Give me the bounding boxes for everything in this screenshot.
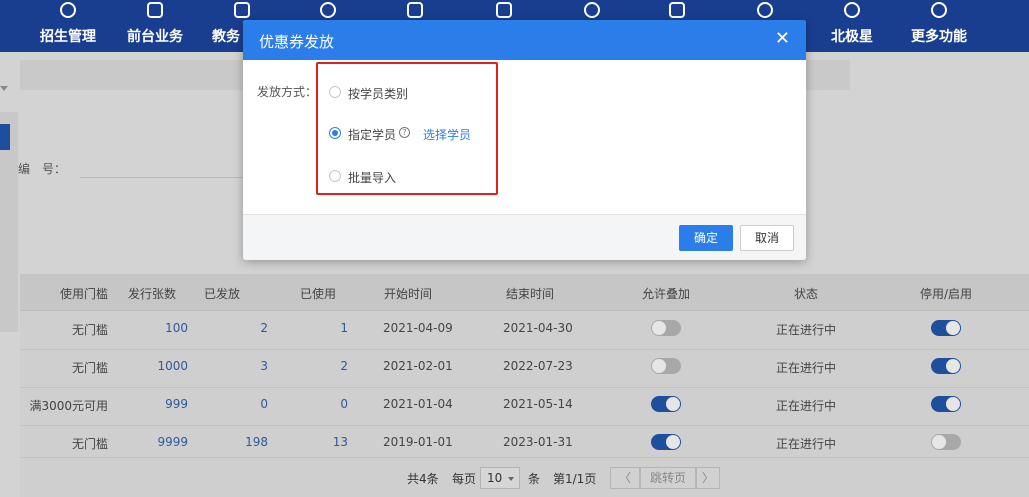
cell-used[interactable]: 13 — [333, 435, 348, 449]
col-issued[interactable]: 发行张数 — [128, 285, 176, 302]
more-icon — [931, 2, 947, 18]
cell-end-time: 2023-01-31 — [503, 435, 573, 449]
cell-status: 正在进行中 — [776, 361, 837, 375]
per-page-select[interactable]: 10 — [480, 467, 520, 489]
cell-start-time: 2021-01-04 — [383, 397, 453, 411]
col-status: 状态 — [794, 287, 819, 301]
cell-start-time: 2021-02-01 — [383, 359, 453, 373]
close-icon[interactable]: ✕ — [775, 28, 790, 49]
highlight-box — [316, 62, 498, 195]
chevron-down-icon[interactable] — [0, 86, 8, 91]
cell-status: 正在进行中 — [776, 323, 837, 337]
cell-start-time: 2021-04-09 — [383, 321, 453, 335]
col-toggle: 停用/启用 — [920, 287, 973, 301]
home-icon — [496, 2, 512, 18]
cell-end-time: 2021-04-30 — [503, 321, 573, 335]
cell-threshold: 无门槛 — [71, 323, 108, 337]
target-icon — [757, 2, 773, 18]
cell-issued[interactable]: 1000 — [157, 359, 188, 373]
cell-threshold: 无门槛 — [71, 361, 108, 375]
star-icon — [844, 2, 860, 18]
confirm-button[interactable]: 确定 — [679, 225, 733, 251]
cell-used[interactable]: 1 — [340, 321, 348, 335]
nav-item-front-desk[interactable]: 前台业务 — [125, 0, 185, 52]
table-row: 无门槛 1000 3 2 2021-02-01 2022-07-23 正在进行中 — [20, 349, 1029, 388]
enable-toggle[interactable] — [931, 358, 961, 374]
user-plus-icon — [60, 2, 76, 18]
cell-distributed[interactable]: 2 — [260, 321, 268, 335]
pagination-unit: 条 — [528, 472, 541, 486]
cell-distributed[interactable]: 3 — [260, 359, 268, 373]
cell-used[interactable]: 0 — [340, 397, 348, 411]
stack-toggle[interactable] — [651, 320, 681, 336]
table-row: 无门槛 100 2 1 2021-04-09 2021-04-30 正在进行中 — [20, 311, 1029, 350]
cell-end-time: 2021-05-14 — [503, 397, 573, 411]
cancel-button[interactable]: 取消 — [740, 225, 794, 251]
col-threshold[interactable]: 使用门槛 — [60, 285, 108, 302]
enable-toggle[interactable] — [931, 434, 961, 450]
cell-issued[interactable]: 100 — [165, 321, 188, 335]
code-filter-label: 编 号： — [18, 162, 67, 176]
pagination-page-info: 第1/1页 — [553, 472, 597, 486]
cell-start-time: 2019-01-01 — [383, 435, 453, 449]
cell-issued[interactable]: 9999 — [157, 435, 188, 449]
nav-item-enrollment[interactable]: 招生管理 — [38, 0, 98, 52]
nav-label: 招生管理 — [40, 29, 96, 45]
distribute-method-label: 发放方式： — [257, 85, 318, 99]
dialog-footer: 确定 取消 — [243, 214, 806, 260]
desk-icon — [147, 2, 163, 18]
cell-end-time: 2022-07-23 — [503, 359, 573, 373]
cell-distributed[interactable]: 198 — [245, 435, 268, 449]
cell-status: 正在进行中 — [776, 437, 837, 451]
nav-label: 前台业务 — [127, 29, 183, 45]
nav-label: 更多功能 — [911, 29, 967, 45]
sidebar-active-item[interactable] — [0, 124, 10, 150]
cell-threshold: 无门槛 — [71, 437, 108, 451]
table-row: 无门槛 9999 198 13 2019-01-01 2023-01-31 正在进行中 — [20, 425, 1029, 458]
chevron-down-icon — [508, 477, 514, 481]
col-end-time[interactable]: 结束时间 — [506, 285, 554, 302]
cell-distributed[interactable]: 0 — [260, 397, 268, 411]
pagination-total: 共4条 — [407, 472, 439, 486]
coupon-table: 使用门槛 发行张数 已发放 已使用 开始时间 结束时间 允许叠加 状态 停用/启… — [20, 274, 1029, 497]
table-header: 使用门槛 发行张数 已发放 已使用 开始时间 结束时间 允许叠加 状态 停用/启… — [20, 274, 1029, 311]
col-stackable: 允许叠加 — [642, 287, 691, 301]
stack-toggle[interactable] — [651, 358, 681, 374]
enable-toggle[interactable] — [931, 320, 961, 336]
cell-threshold: 满3000元可用 — [29, 399, 108, 413]
nav-label: 北极星 — [831, 29, 873, 45]
table-row: 满3000元可用 999 0 0 2021-01-04 2021-05-14 正在进行中 — [20, 387, 1029, 426]
col-used[interactable]: 已使用 — [300, 285, 336, 302]
nav-item-north-star[interactable]: 北极星 — [826, 0, 878, 52]
col-distributed[interactable]: 已发放 — [204, 285, 240, 302]
next-page-button[interactable]: 〉 — [696, 467, 720, 489]
jump-page-button[interactable]: 跳转页 — [640, 467, 696, 489]
cell-issued[interactable]: 999 — [165, 397, 188, 411]
stack-toggle[interactable] — [651, 396, 681, 412]
import-icon — [407, 2, 423, 18]
dialog-title: 优惠券发放 — [259, 33, 335, 51]
cell-status: 正在进行中 — [776, 399, 837, 413]
prev-page-button[interactable]: 〈 — [610, 467, 640, 489]
dialog-header: 优惠券发放 ✕ — [243, 20, 806, 60]
stats-icon — [669, 2, 685, 18]
cycle-icon — [584, 2, 600, 18]
nav-item-more[interactable]: 更多功能 — [906, 0, 972, 52]
book-icon — [234, 2, 250, 18]
stack-toggle[interactable] — [651, 434, 681, 450]
per-page-value: 10 — [487, 471, 503, 485]
pagination-per-page-label: 每页 — [452, 472, 477, 486]
person-icon — [320, 2, 336, 18]
col-start-time[interactable]: 开始时间 — [384, 285, 432, 302]
cell-used[interactable]: 2 — [340, 359, 348, 373]
enable-toggle[interactable] — [931, 396, 961, 412]
